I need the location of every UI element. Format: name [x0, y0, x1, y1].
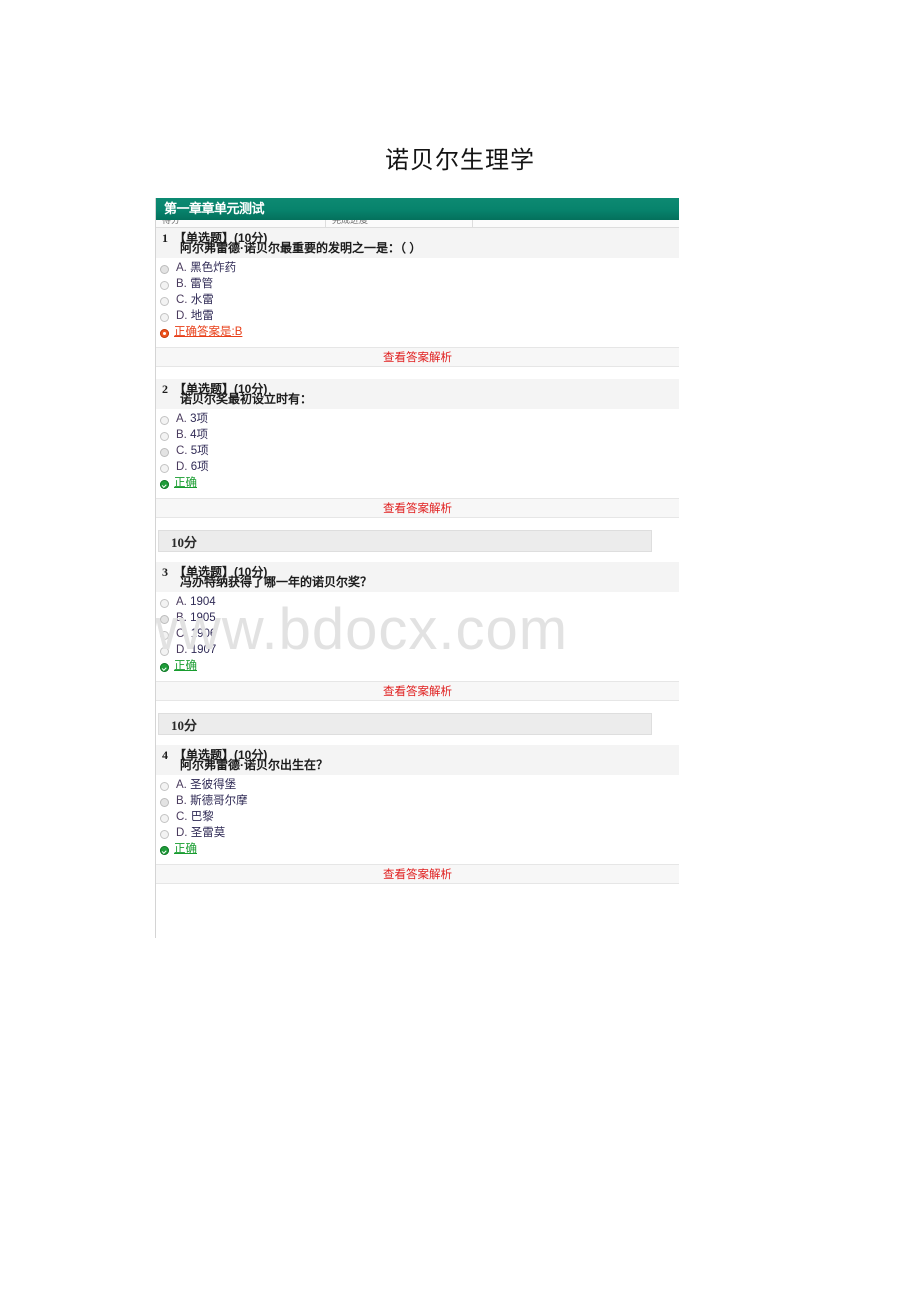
question-header: 3 【单选题】(10分) 冯办特纳获得了哪一年的诺贝尔奖？: [156, 562, 679, 592]
radio-icon[interactable]: [160, 647, 169, 656]
question-block: 1 【单选题】(10分) 阿尔弗雷德·诺贝尔最重要的发明之一是：（ ） A. 黑色…: [156, 228, 679, 367]
radio-icon[interactable]: [160, 631, 169, 640]
radio-icon[interactable]: [160, 814, 169, 823]
option-list: A. 圣彼得堡 B. 斯德哥尔摩 C. 巴黎 D. 圣雷莫 正确: [156, 775, 679, 860]
verdict-label: 正确答案是:B: [174, 326, 243, 338]
score-bar: 10分: [158, 530, 652, 552]
verdict-label: 正确: [174, 843, 197, 855]
radio-icon[interactable]: [160, 830, 169, 839]
verdict-label: 正确: [174, 660, 197, 672]
correct-icon: [160, 663, 169, 672]
option-label: A. 1904: [176, 596, 216, 608]
question-number: 2: [162, 382, 168, 396]
verdict-row: 正确: [156, 476, 679, 494]
question-block: 4 【单选题】(10分) 阿尔弗雷德·诺贝尔出生在？ A. 圣彼得堡 B. 斯德哥…: [156, 745, 679, 884]
option-label: A. 圣彼得堡: [176, 779, 237, 791]
option-row[interactable]: D. 地雷: [156, 309, 679, 325]
option-label: D. 6项: [176, 461, 209, 473]
radio-icon[interactable]: [160, 615, 169, 624]
question-text: 阿尔弗雷德·诺贝尔出生在？: [180, 758, 328, 772]
option-row[interactable]: D. 6项: [156, 460, 679, 476]
option-label: C. 5项: [176, 445, 209, 457]
option-list: A. 1904 B. 1905 C. 1906 D. 1907 正确: [156, 592, 679, 677]
option-label: B. 斯德哥尔摩: [176, 795, 248, 807]
option-row[interactable]: C. 1906: [156, 627, 679, 643]
radio-icon[interactable]: [160, 281, 169, 290]
view-answer-analysis-link[interactable]: 查看答案解析: [383, 352, 452, 364]
option-label: A. 黑色炸药: [176, 262, 237, 274]
verdict-row: 正确: [156, 842, 679, 860]
question-header: 1 【单选题】(10分) 阿尔弗雷德·诺贝尔最重要的发明之一是：（ ）: [156, 228, 679, 258]
option-label: C. 水雷: [176, 294, 214, 306]
radio-icon[interactable]: [160, 798, 169, 807]
score-bar: 10分: [158, 713, 652, 735]
incorrect-icon: [160, 329, 169, 338]
analysis-bar[interactable]: 查看答案解析: [156, 681, 679, 701]
option-row[interactable]: B. 斯德哥尔摩: [156, 794, 679, 810]
question-number: 1: [162, 231, 168, 245]
option-label: A. 3项: [176, 413, 208, 425]
option-label: B. 4项: [176, 429, 208, 441]
analysis-bar[interactable]: 查看答案解析: [156, 347, 679, 367]
radio-icon[interactable]: [160, 599, 169, 608]
question-text: 诺贝尔奖最初设立时有：: [180, 392, 313, 406]
option-list: A. 黑色炸药 B. 雷管 C. 水雷 D. 地雷 正确答案是:B: [156, 258, 679, 343]
question-number: 4: [162, 748, 168, 762]
question-list: 1 【单选题】(10分) 阿尔弗雷德·诺贝尔最重要的发明之一是：（ ） A. 黑色…: [156, 228, 679, 884]
radio-icon[interactable]: [160, 448, 169, 457]
verdict-label: 正确: [174, 477, 197, 489]
view-answer-analysis-link[interactable]: 查看答案解析: [383, 869, 452, 881]
option-list: A. 3项 B. 4项 C. 5项 D. 6项 正确: [156, 409, 679, 494]
question-number: 3: [162, 565, 168, 579]
radio-icon[interactable]: [160, 416, 169, 425]
question-text: 冯办特纳获得了哪一年的诺贝尔奖？: [180, 575, 373, 589]
option-label: B. 1905: [176, 612, 216, 624]
radio-icon[interactable]: [160, 297, 169, 306]
option-label: D. 圣雷莫: [176, 827, 226, 839]
option-row[interactable]: D. 1907: [156, 643, 679, 659]
option-row[interactable]: A. 1904: [156, 595, 679, 611]
option-row[interactable]: C. 水雷: [156, 293, 679, 309]
option-row[interactable]: A. 黑色炸药: [156, 261, 679, 277]
verdict-row: 正确: [156, 659, 679, 677]
option-row[interactable]: C. 5项: [156, 444, 679, 460]
option-row[interactable]: A. 圣彼得堡: [156, 778, 679, 794]
unit-test-header: 第一章章单元测试: [156, 198, 679, 220]
question-text: 阿尔弗雷德·诺贝尔最重要的发明之一是：（ ）: [180, 241, 422, 255]
option-row[interactable]: B. 雷管: [156, 277, 679, 293]
verdict-row: 正确答案是:B: [156, 325, 679, 343]
option-label: D. 地雷: [176, 310, 214, 322]
option-row[interactable]: C. 巴黎: [156, 810, 679, 826]
correct-icon: [160, 846, 169, 855]
question-header: 2 【单选题】(10分) 诺贝尔奖最初设立时有：: [156, 379, 679, 409]
quiz-screenshot: 得分 完成进度 第一章章单元测试 www.bdocx.com 1 【单选题】(10…: [155, 198, 680, 938]
option-label: D. 1907: [176, 644, 217, 656]
page-title: 诺贝尔生理学: [385, 148, 535, 174]
correct-icon: [160, 480, 169, 489]
radio-icon[interactable]: [160, 432, 169, 441]
question-header: 4 【单选题】(10分) 阿尔弗雷德·诺贝尔出生在？: [156, 745, 679, 775]
view-answer-analysis-link[interactable]: 查看答案解析: [383, 503, 452, 515]
radio-icon[interactable]: [160, 464, 169, 473]
radio-icon[interactable]: [160, 313, 169, 322]
radio-icon[interactable]: [160, 782, 169, 791]
view-answer-analysis-link[interactable]: 查看答案解析: [383, 686, 452, 698]
option-label: C. 1906: [176, 628, 217, 640]
option-label: C. 巴黎: [176, 811, 214, 823]
analysis-bar[interactable]: 查看答案解析: [156, 498, 679, 518]
option-row[interactable]: A. 3项: [156, 412, 679, 428]
question-block: 3 【单选题】(10分) 冯办特纳获得了哪一年的诺贝尔奖？ A. 1904 B. …: [156, 562, 679, 701]
analysis-bar[interactable]: 查看答案解析: [156, 864, 679, 884]
option-label: B. 雷管: [176, 278, 214, 290]
option-row[interactable]: B. 4项: [156, 428, 679, 444]
option-row[interactable]: D. 圣雷莫: [156, 826, 679, 842]
question-block: 2 【单选题】(10分) 诺贝尔奖最初设立时有： A. 3项 B. 4项 C. 5…: [156, 379, 679, 518]
option-row[interactable]: B. 1905: [156, 611, 679, 627]
radio-icon[interactable]: [160, 265, 169, 274]
